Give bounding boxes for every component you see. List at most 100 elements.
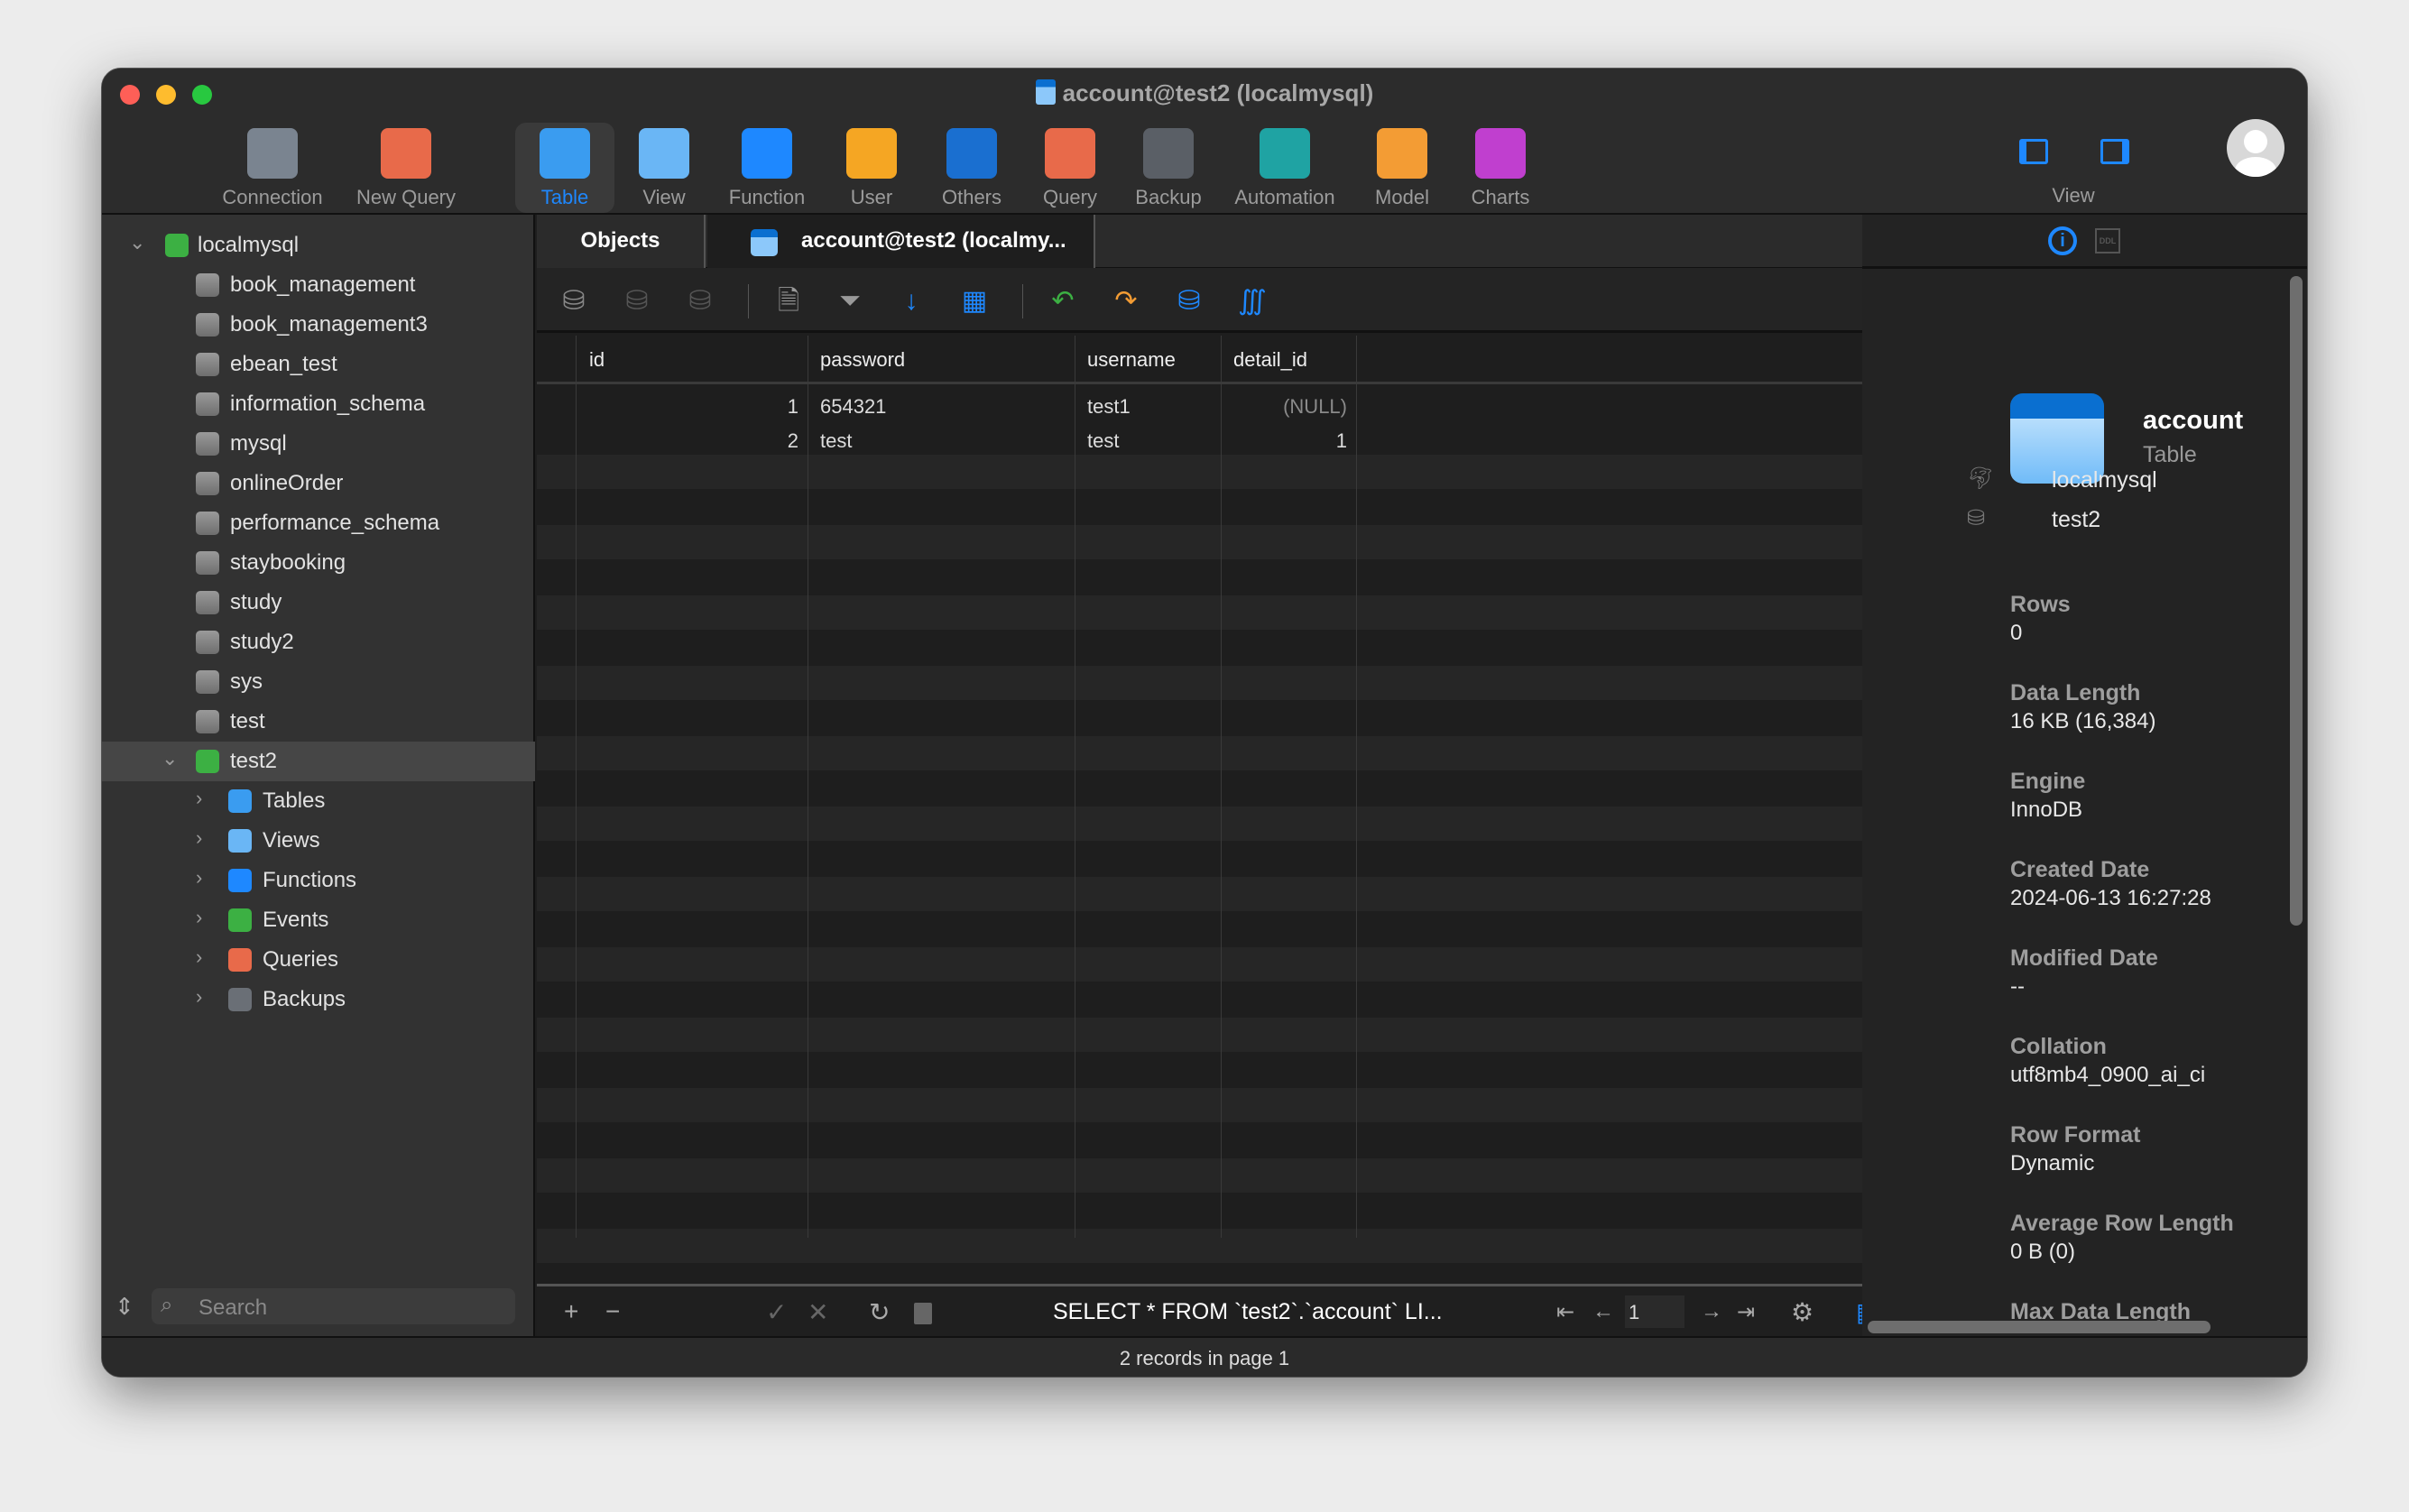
table-cell-password[interactable]: test — [820, 429, 852, 453]
sidebar-database[interactable]: study2 — [102, 622, 535, 662]
add-record-button[interactable]: + — [564, 1297, 578, 1326]
database-icon — [196, 591, 219, 614]
search-input[interactable]: ⌕ Search — [152, 1288, 515, 1324]
info-panel-tabs: i DDL — [1862, 215, 2307, 269]
chevron-right-icon[interactable]: › — [196, 826, 202, 850]
toolbar-divider — [1022, 284, 1023, 318]
chevron-right-icon[interactable]: › — [196, 985, 202, 1009]
automation-icon — [1260, 128, 1310, 179]
sidebar-database[interactable]: study — [102, 583, 535, 622]
sidebar-tree-item[interactable]: › Views — [102, 821, 535, 861]
stop-button[interactable] — [914, 1303, 932, 1324]
view-icon — [639, 128, 689, 179]
data-generation-icon[interactable]: ⛁ — [1174, 286, 1204, 317]
sidebar-database[interactable]: staybooking — [102, 543, 535, 583]
refresh-button[interactable]: ↻ — [869, 1297, 890, 1327]
table-row[interactable]: 1 654321 test1 (NULL) — [537, 392, 1962, 426]
sidebar-database[interactable]: performance_schema — [102, 503, 535, 543]
sidebar-database[interactable]: ebean_test — [102, 345, 535, 384]
table-cell-password[interactable]: 654321 — [820, 395, 886, 419]
table-cell-id[interactable]: 1 — [537, 395, 798, 419]
previous-page-button[interactable]: ← — [1592, 1299, 1614, 1324]
property-label: Collation — [2010, 1034, 2107, 1059]
sidebar-database[interactable]: book_management — [102, 265, 535, 305]
next-page-button[interactable]: → — [1701, 1299, 1722, 1324]
sidebar-tree-item[interactable]: › Queries — [102, 940, 535, 980]
toolbar-charts-button[interactable]: Charts — [1451, 123, 1550, 213]
sidebar-database[interactable]: information_schema — [102, 384, 535, 424]
table-cell-username[interactable]: test1 — [1087, 395, 1131, 419]
row-stripe — [537, 807, 1962, 841]
sidebar-database[interactable]: book_management3 — [102, 305, 535, 345]
toolbar-automation-button[interactable]: Automation — [1234, 123, 1335, 213]
property-label: Average Row Length — [2010, 1211, 2234, 1236]
settings-gear-icon[interactable]: ⚙ — [1791, 1297, 1814, 1327]
chevron-right-icon[interactable]: › — [196, 945, 202, 969]
tab-objects[interactable]: Objects — [537, 215, 706, 268]
chevron-right-icon[interactable]: › — [196, 787, 202, 810]
import-icon[interactable]: ↶ — [1048, 286, 1078, 317]
sidebar-database[interactable]: test — [102, 702, 535, 742]
chevron-down-icon[interactable]: ⌄ — [129, 231, 145, 254]
chevron-right-icon[interactable]: › — [196, 906, 202, 929]
apply-changes-button[interactable]: ✓ — [766, 1297, 787, 1327]
database-label: mysql — [230, 431, 287, 456]
toggle-right-panel-icon[interactable] — [2100, 139, 2129, 164]
columns-icon[interactable]: ▦ — [959, 286, 990, 317]
ddl-icon[interactable]: DDL — [2095, 228, 2120, 254]
filter-icon[interactable]: ⏷ — [835, 286, 865, 317]
backups-icon — [228, 988, 252, 1011]
table-cell-username[interactable]: test — [1087, 429, 1119, 453]
toggle-left-panel-icon[interactable] — [2019, 139, 2048, 164]
info-scrollbar[interactable] — [2290, 276, 2303, 926]
property-value: utf8mb4_0900_ai_ci — [2010, 1063, 2206, 1087]
sidebar-tree-item[interactable]: › Events — [102, 900, 535, 940]
sidebar-database[interactable]: ⌄ test2 — [102, 742, 535, 781]
sidebar-database[interactable]: sys — [102, 662, 535, 702]
table-cell-detail-id[interactable]: (NULL) — [1221, 395, 1347, 419]
sidebar-tree-item[interactable]: › Functions — [102, 861, 535, 900]
column-header-password[interactable]: password — [820, 348, 905, 372]
property-value: 0 B (0) — [2010, 1240, 2076, 1264]
sort-icon[interactable]: ↓ — [896, 286, 927, 317]
page-number-input[interactable]: 1 — [1625, 1295, 1684, 1328]
text-menu-icon[interactable]: 🗎 — [773, 286, 804, 317]
sidebar-tree-item[interactable]: › Backups — [102, 980, 535, 1019]
table-row[interactable]: 2 test test 1 — [537, 426, 1962, 460]
chevron-right-icon[interactable]: › — [196, 866, 202, 890]
toolbar-backup-button[interactable]: Backup — [1119, 123, 1218, 213]
table-cell-id[interactable]: 2 — [537, 429, 798, 453]
first-page-button[interactable]: ⇤ — [1556, 1299, 1574, 1325]
toolbar-connection-button[interactable]: Connection — [222, 123, 323, 213]
delete-record-button[interactable]: − — [605, 1297, 620, 1326]
chart-icon[interactable]: ∭ — [1237, 286, 1268, 317]
rollback-icon[interactable]: ⛁ — [685, 286, 715, 317]
column-header-username[interactable]: username — [1087, 348, 1176, 372]
database-icon — [196, 432, 219, 456]
commit-icon[interactable]: ⛁ — [622, 286, 652, 317]
export-icon[interactable]: ↷ — [1111, 286, 1141, 317]
database-icon — [196, 670, 219, 694]
info-horizontal-scrollbar[interactable] — [1868, 1321, 2211, 1333]
toolbar-new-query-button[interactable]: New Query — [356, 123, 456, 213]
sidebar-connection[interactable]: ⌄ localmysql — [102, 226, 535, 265]
filter-toggle-icon[interactable]: ⇕ — [115, 1293, 134, 1321]
discard-changes-button[interactable]: ✕ — [808, 1297, 828, 1327]
last-page-button[interactable]: ⇥ — [1737, 1299, 1755, 1325]
sidebar-database[interactable]: mysql — [102, 424, 535, 464]
column-header-id[interactable]: id — [589, 348, 605, 372]
tab-account-table[interactable]: account@test2 (localmy... — [707, 215, 1095, 268]
table-cell-detail-id[interactable]: 1 — [1221, 429, 1347, 453]
info-icon[interactable]: i — [2048, 226, 2077, 255]
chevron-down-icon[interactable]: ⌄ — [162, 747, 178, 770]
sidebar-tree-item[interactable]: › Tables — [102, 781, 535, 821]
sql-preview[interactable]: SELECT * FROM `test2`.`account` LI... — [1053, 1299, 1443, 1325]
begin-transaction-icon[interactable]: ⛁ — [558, 286, 589, 317]
new-query-icon — [381, 128, 431, 179]
tree-item-label: Views — [263, 828, 320, 853]
avatar[interactable] — [2227, 119, 2284, 177]
tree-item-label: Functions — [263, 868, 357, 892]
column-header-detail-id[interactable]: detail_id — [1233, 348, 1307, 372]
view-panels-label: View — [2052, 184, 2095, 207]
sidebar-database[interactable]: onlineOrder — [102, 464, 535, 503]
